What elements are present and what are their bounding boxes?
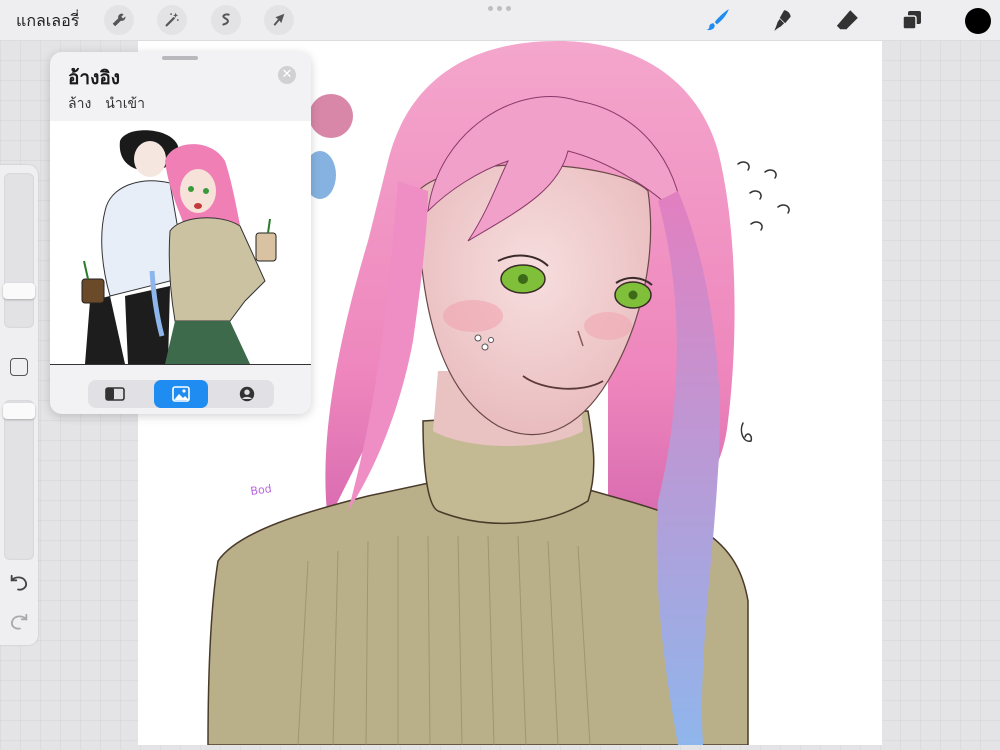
brush-sidebar	[0, 165, 38, 645]
palette-blob-pink	[309, 94, 353, 138]
layers-icon	[902, 11, 921, 30]
actions-button[interactable]	[104, 5, 134, 35]
reference-image	[50, 121, 311, 365]
top-toolbar: แกลเลอรี่	[0, 0, 1000, 41]
pupil-right	[628, 290, 638, 300]
opacity-slider[interactable]	[4, 400, 34, 560]
magic-wand-icon	[165, 12, 179, 27]
signature: Bod	[250, 482, 273, 498]
effect-squiggles	[737, 161, 790, 442]
opacity-thumb[interactable]	[3, 403, 35, 419]
face-mode-icon	[239, 386, 255, 402]
brush-size-thumb[interactable]	[3, 283, 35, 299]
modify-button[interactable]	[10, 358, 28, 376]
reference-mode-selector	[88, 380, 274, 408]
undo-icon[interactable]	[8, 573, 30, 595]
reference-panel[interactable]: อ้างอิง ✕ ล้าง นำเข้า	[50, 52, 311, 414]
blush-right	[584, 312, 632, 340]
selection-icon	[222, 13, 230, 26]
canvas-mode-icon	[105, 387, 125, 401]
brush-size-slider[interactable]	[4, 173, 34, 328]
eraser-icon	[836, 10, 858, 30]
layers-button[interactable]	[896, 4, 928, 36]
blush-left	[443, 300, 503, 332]
selection-button[interactable]	[211, 5, 241, 35]
eraser-button[interactable]	[831, 4, 863, 36]
face-mode-button[interactable]	[220, 380, 274, 408]
panel-drag-handle[interactable]	[162, 56, 198, 60]
gallery-button[interactable]: แกลเลอรี่	[16, 9, 79, 34]
redo-icon[interactable]	[8, 612, 30, 634]
transform-button[interactable]	[264, 5, 294, 35]
image-mode-button[interactable]	[154, 380, 208, 408]
brush-icon	[706, 9, 729, 31]
smudge-icon	[774, 10, 791, 31]
smudge-button[interactable]	[767, 4, 799, 36]
clear-button[interactable]: ล้าง	[68, 93, 91, 115]
canvas-mode-button[interactable]	[88, 380, 142, 408]
transform-arrow-icon	[273, 13, 285, 26]
brush-button[interactable]	[702, 4, 734, 36]
close-icon[interactable]: ✕	[278, 66, 296, 84]
wrench-icon	[112, 13, 126, 27]
color-picker-button[interactable]	[965, 8, 991, 34]
import-button[interactable]: นำเข้า	[105, 93, 145, 115]
adjustments-button[interactable]	[157, 5, 187, 35]
image-mode-icon	[172, 386, 190, 402]
top-grab-handle[interactable]	[488, 6, 511, 11]
pupil-left	[518, 274, 528, 284]
reference-title: อ้างอิง	[68, 67, 121, 89]
